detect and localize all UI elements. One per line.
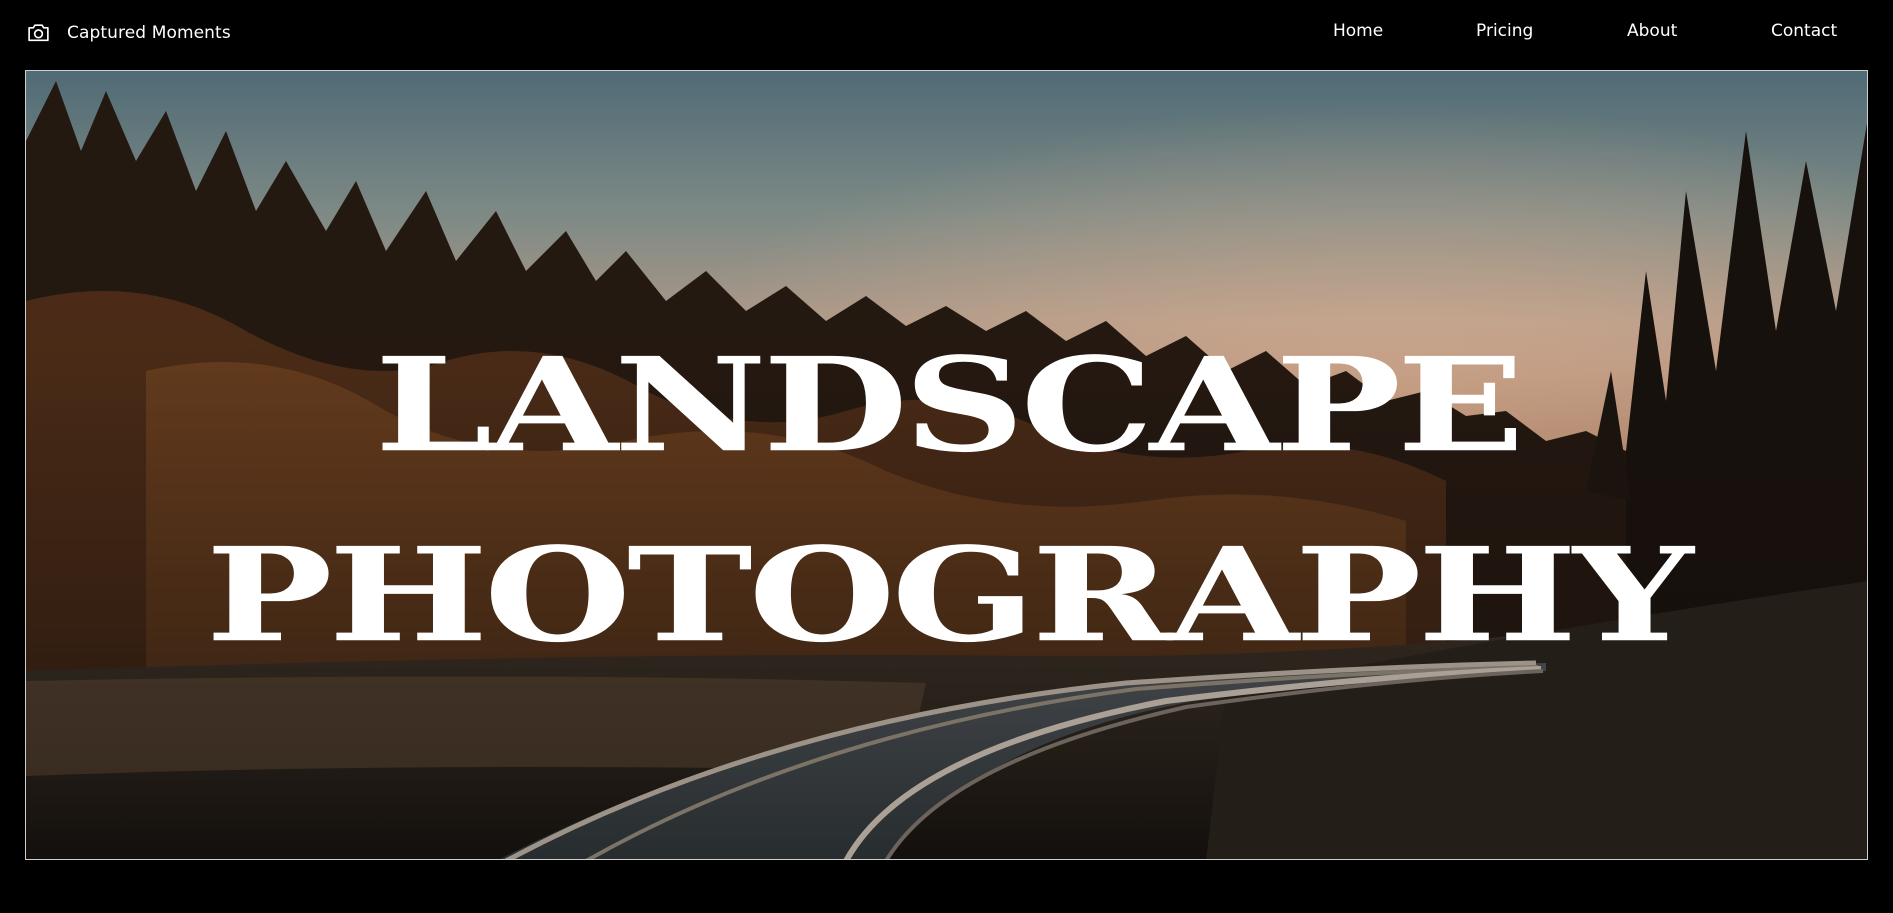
hero-title-line-1: LANDSCAPE — [374, 329, 1525, 482]
nav-link-home[interactable]: Home — [1333, 21, 1383, 41]
page: Captured Moments Home Pricing About Cont… — [0, 0, 1893, 913]
nav-link-contact[interactable]: Contact — [1771, 21, 1837, 41]
nav-link-pricing[interactable]: Pricing — [1476, 21, 1533, 41]
hero-section: LANDSCAPE PHOTOGRAPHY — [25, 70, 1868, 860]
site-header: Captured Moments Home Pricing About Cont… — [0, 0, 1893, 66]
hero-title-line-2: PHOTOGRAPHY — [205, 519, 1694, 672]
main-nav: Home Pricing About Contact — [0, 21, 1893, 45]
nav-link-about[interactable]: About — [1627, 21, 1677, 41]
